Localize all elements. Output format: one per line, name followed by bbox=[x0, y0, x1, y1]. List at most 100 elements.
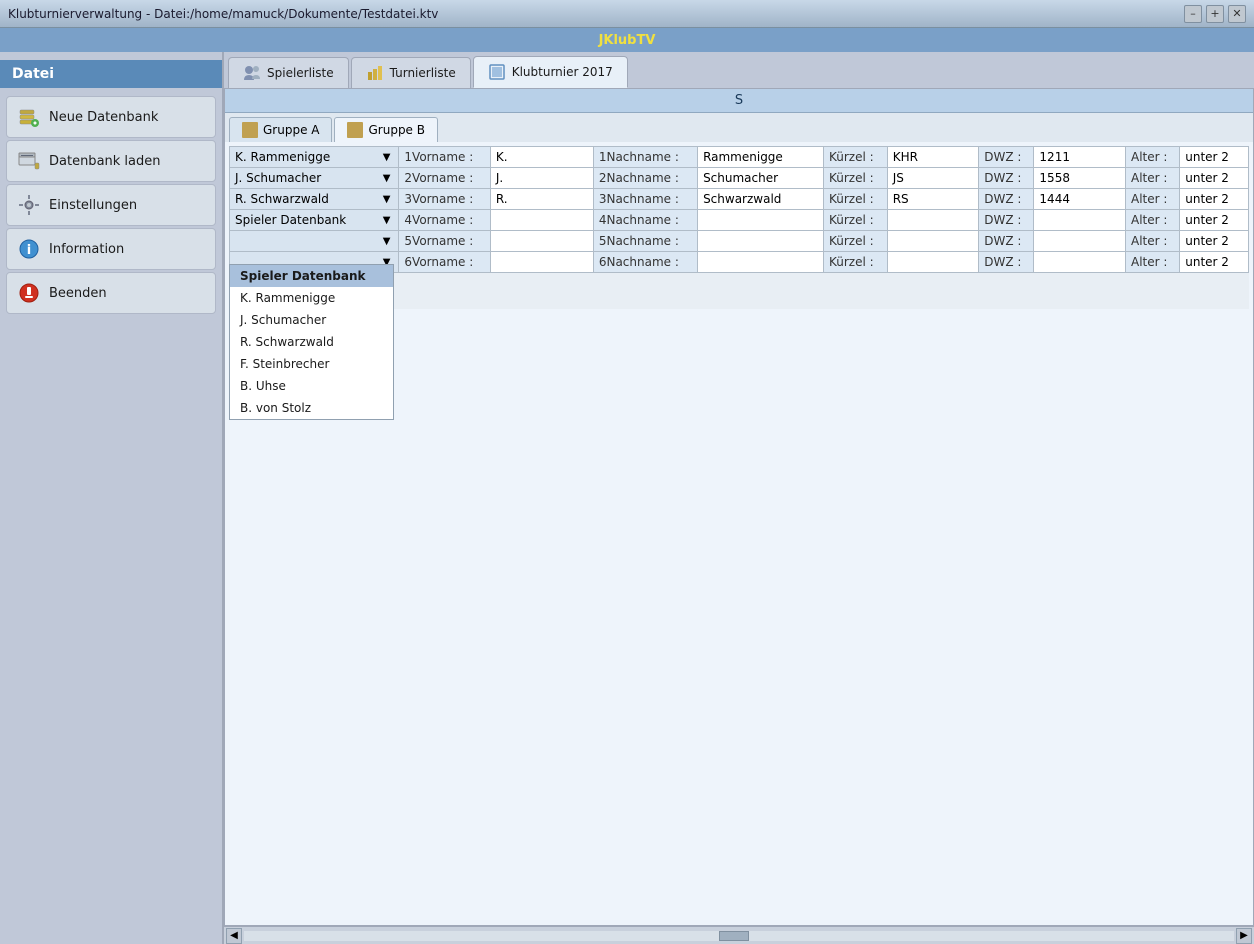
alter-value[interactable]: unter 2 bbox=[1180, 147, 1249, 168]
table-row: Spieler Datenbank▼4Vorname :4Nachname :K… bbox=[230, 210, 1249, 231]
kuerzel-value[interactable]: JS bbox=[887, 168, 979, 189]
tab-turnierliste-label: Turnierliste bbox=[390, 66, 456, 80]
tab-turnierliste[interactable]: Turnierliste bbox=[351, 57, 471, 88]
dwz-value[interactable] bbox=[1034, 252, 1126, 273]
scroll-left-button[interactable]: ◀ bbox=[226, 928, 242, 944]
table-row: J. Schumacher▼2Vorname :J.2Nachname :Sch… bbox=[230, 168, 1249, 189]
dwz-value[interactable]: 1558 bbox=[1034, 168, 1126, 189]
dwz-value[interactable]: 1444 bbox=[1034, 189, 1126, 210]
dropdown-item-r-schwarzwald[interactable]: R. Schwarzwald bbox=[230, 331, 393, 353]
vorname-value[interactable] bbox=[490, 252, 593, 273]
alter-label: Alter : bbox=[1125, 189, 1179, 210]
close-button[interactable]: ✕ bbox=[1228, 5, 1246, 23]
gruppe-b-label: Gruppe B bbox=[368, 123, 425, 137]
nachname-value[interactable]: Schwarzwald bbox=[698, 189, 824, 210]
nachname-label: 6Nachname : bbox=[593, 252, 697, 273]
nachname-value[interactable] bbox=[698, 231, 824, 252]
vorname-value[interactable] bbox=[490, 231, 593, 252]
kuerzel-value[interactable]: KHR bbox=[887, 147, 979, 168]
gruppe-a-label: Gruppe A bbox=[263, 123, 319, 137]
kuerzel-value[interactable] bbox=[887, 252, 979, 273]
dropdown-item-b-uhse[interactable]: B. Uhse bbox=[230, 375, 393, 397]
player-name-cell: J. Schumacher ▼ bbox=[230, 168, 399, 189]
nachname-value[interactable] bbox=[698, 252, 824, 273]
alter-value[interactable]: unter 2 bbox=[1180, 168, 1249, 189]
dwz-value[interactable] bbox=[1034, 231, 1126, 252]
alter-value[interactable]: unter 2 bbox=[1180, 252, 1249, 273]
dropdown-arrow-icon[interactable]: ▼ bbox=[380, 236, 394, 247]
vorname-label: 3Vorname : bbox=[399, 189, 490, 210]
kuerzel-value[interactable] bbox=[887, 231, 979, 252]
main-layout: Datei Neue Datenbank bbox=[0, 52, 1254, 944]
alter-label: Alter : bbox=[1125, 252, 1179, 273]
dropdown-item-f-steinbrecher[interactable]: F. Steinbrecher bbox=[230, 353, 393, 375]
scroll-track[interactable] bbox=[244, 931, 1234, 941]
alter-label: Alter : bbox=[1125, 210, 1179, 231]
sidebar-item-einstellungen[interactable]: Einstellungen bbox=[6, 184, 216, 226]
sidebar-item-neue-datenbank[interactable]: Neue Datenbank bbox=[6, 96, 216, 138]
tab-spielerliste-label: Spielerliste bbox=[267, 66, 334, 80]
alter-label: Alter : bbox=[1125, 168, 1179, 189]
tab-spielerliste[interactable]: Spielerliste bbox=[228, 57, 349, 88]
dropdown-item-k-rammenigge[interactable]: K. Rammenigge bbox=[230, 287, 393, 309]
nachname-value[interactable]: Rammenigge bbox=[698, 147, 824, 168]
dropdown-arrow-icon[interactable]: ▼ bbox=[380, 215, 394, 226]
spielerliste-icon bbox=[243, 64, 261, 82]
dropdown-arrow-icon[interactable]: ▼ bbox=[380, 173, 394, 184]
nachname-value[interactable]: Schumacher bbox=[698, 168, 824, 189]
kuerzel-label: Kürzel : bbox=[823, 147, 887, 168]
content-area: Spielerliste Turnierliste bbox=[224, 52, 1254, 944]
dwz-label: DWZ : bbox=[979, 189, 1034, 210]
dropdown-item-b-von-stolz[interactable]: B. von Stolz bbox=[230, 397, 393, 419]
group-tab-a[interactable]: Gruppe A bbox=[229, 117, 332, 142]
dropdown-item-j-schumacher[interactable]: J. Schumacher bbox=[230, 309, 393, 331]
dropdown-item-spieler-datenbank[interactable]: Spieler Datenbank bbox=[230, 265, 393, 287]
kuerzel-label: Kürzel : bbox=[823, 189, 887, 210]
kuerzel-value[interactable] bbox=[887, 210, 979, 231]
quit-icon bbox=[17, 281, 41, 305]
vorname-value[interactable]: K. bbox=[490, 147, 593, 168]
tab-klubturnier[interactable]: Klubturnier 2017 bbox=[473, 56, 628, 88]
window-title: Klubturnierverwaltung - Datei:/home/mamu… bbox=[8, 7, 438, 21]
sidebar-item-datenbank-laden[interactable]: Datenbank laden bbox=[6, 140, 216, 182]
alter-value[interactable]: unter 2 bbox=[1180, 189, 1249, 210]
database-add-icon bbox=[17, 105, 41, 129]
dwz-label: DWZ : bbox=[979, 147, 1034, 168]
dwz-value[interactable]: 1211 bbox=[1034, 147, 1126, 168]
kuerzel-label: Kürzel : bbox=[823, 210, 887, 231]
vorname-value[interactable] bbox=[490, 210, 593, 231]
alter-value[interactable]: unter 2 bbox=[1180, 210, 1249, 231]
tabs-bar: Spielerliste Turnierliste bbox=[224, 52, 1254, 88]
app-title: JKlubTV bbox=[599, 33, 656, 48]
group-tab-b[interactable]: Gruppe B bbox=[334, 117, 438, 142]
scroll-right-button[interactable]: ▶ bbox=[1236, 928, 1252, 944]
database-load-icon bbox=[17, 149, 41, 173]
nachname-label: 5Nachname : bbox=[593, 231, 697, 252]
kuerzel-label: Kürzel : bbox=[823, 168, 887, 189]
gruppe-b-icon bbox=[347, 122, 363, 138]
kuerzel-label: Kürzel : bbox=[823, 252, 887, 273]
vorname-value[interactable]: J. bbox=[490, 168, 593, 189]
kuerzel-value[interactable]: RS bbox=[887, 189, 979, 210]
nachname-label: 1Nachname : bbox=[593, 147, 697, 168]
dwz-value[interactable] bbox=[1034, 210, 1126, 231]
player-name-label: Spieler Datenbank bbox=[235, 213, 346, 227]
information-label: Information bbox=[49, 242, 124, 257]
player-table: K. Rammenigge▼1Vorname :K.1Nachname :Ram… bbox=[229, 146, 1249, 273]
dwz-label: DWZ : bbox=[979, 252, 1034, 273]
dropdown-arrow-icon[interactable]: ▼ bbox=[380, 194, 394, 205]
alter-value[interactable]: unter 2 bbox=[1180, 231, 1249, 252]
sidebar-item-beenden[interactable]: Beenden bbox=[6, 272, 216, 314]
nachname-value[interactable] bbox=[698, 210, 824, 231]
dwz-label: DWZ : bbox=[979, 210, 1034, 231]
player-name-label: J. Schumacher bbox=[235, 171, 321, 185]
scroll-thumb[interactable] bbox=[719, 931, 749, 941]
datenbank-laden-label: Datenbank laden bbox=[49, 154, 161, 169]
nachname-label: 2Nachname : bbox=[593, 168, 697, 189]
minimize-button[interactable]: – bbox=[1184, 5, 1202, 23]
vorname-value[interactable]: R. bbox=[490, 189, 593, 210]
sidebar-item-information[interactable]: i Information bbox=[6, 228, 216, 270]
maximize-button[interactable]: + bbox=[1206, 5, 1224, 23]
settings-icon bbox=[17, 193, 41, 217]
dropdown-arrow-icon[interactable]: ▼ bbox=[380, 152, 394, 163]
